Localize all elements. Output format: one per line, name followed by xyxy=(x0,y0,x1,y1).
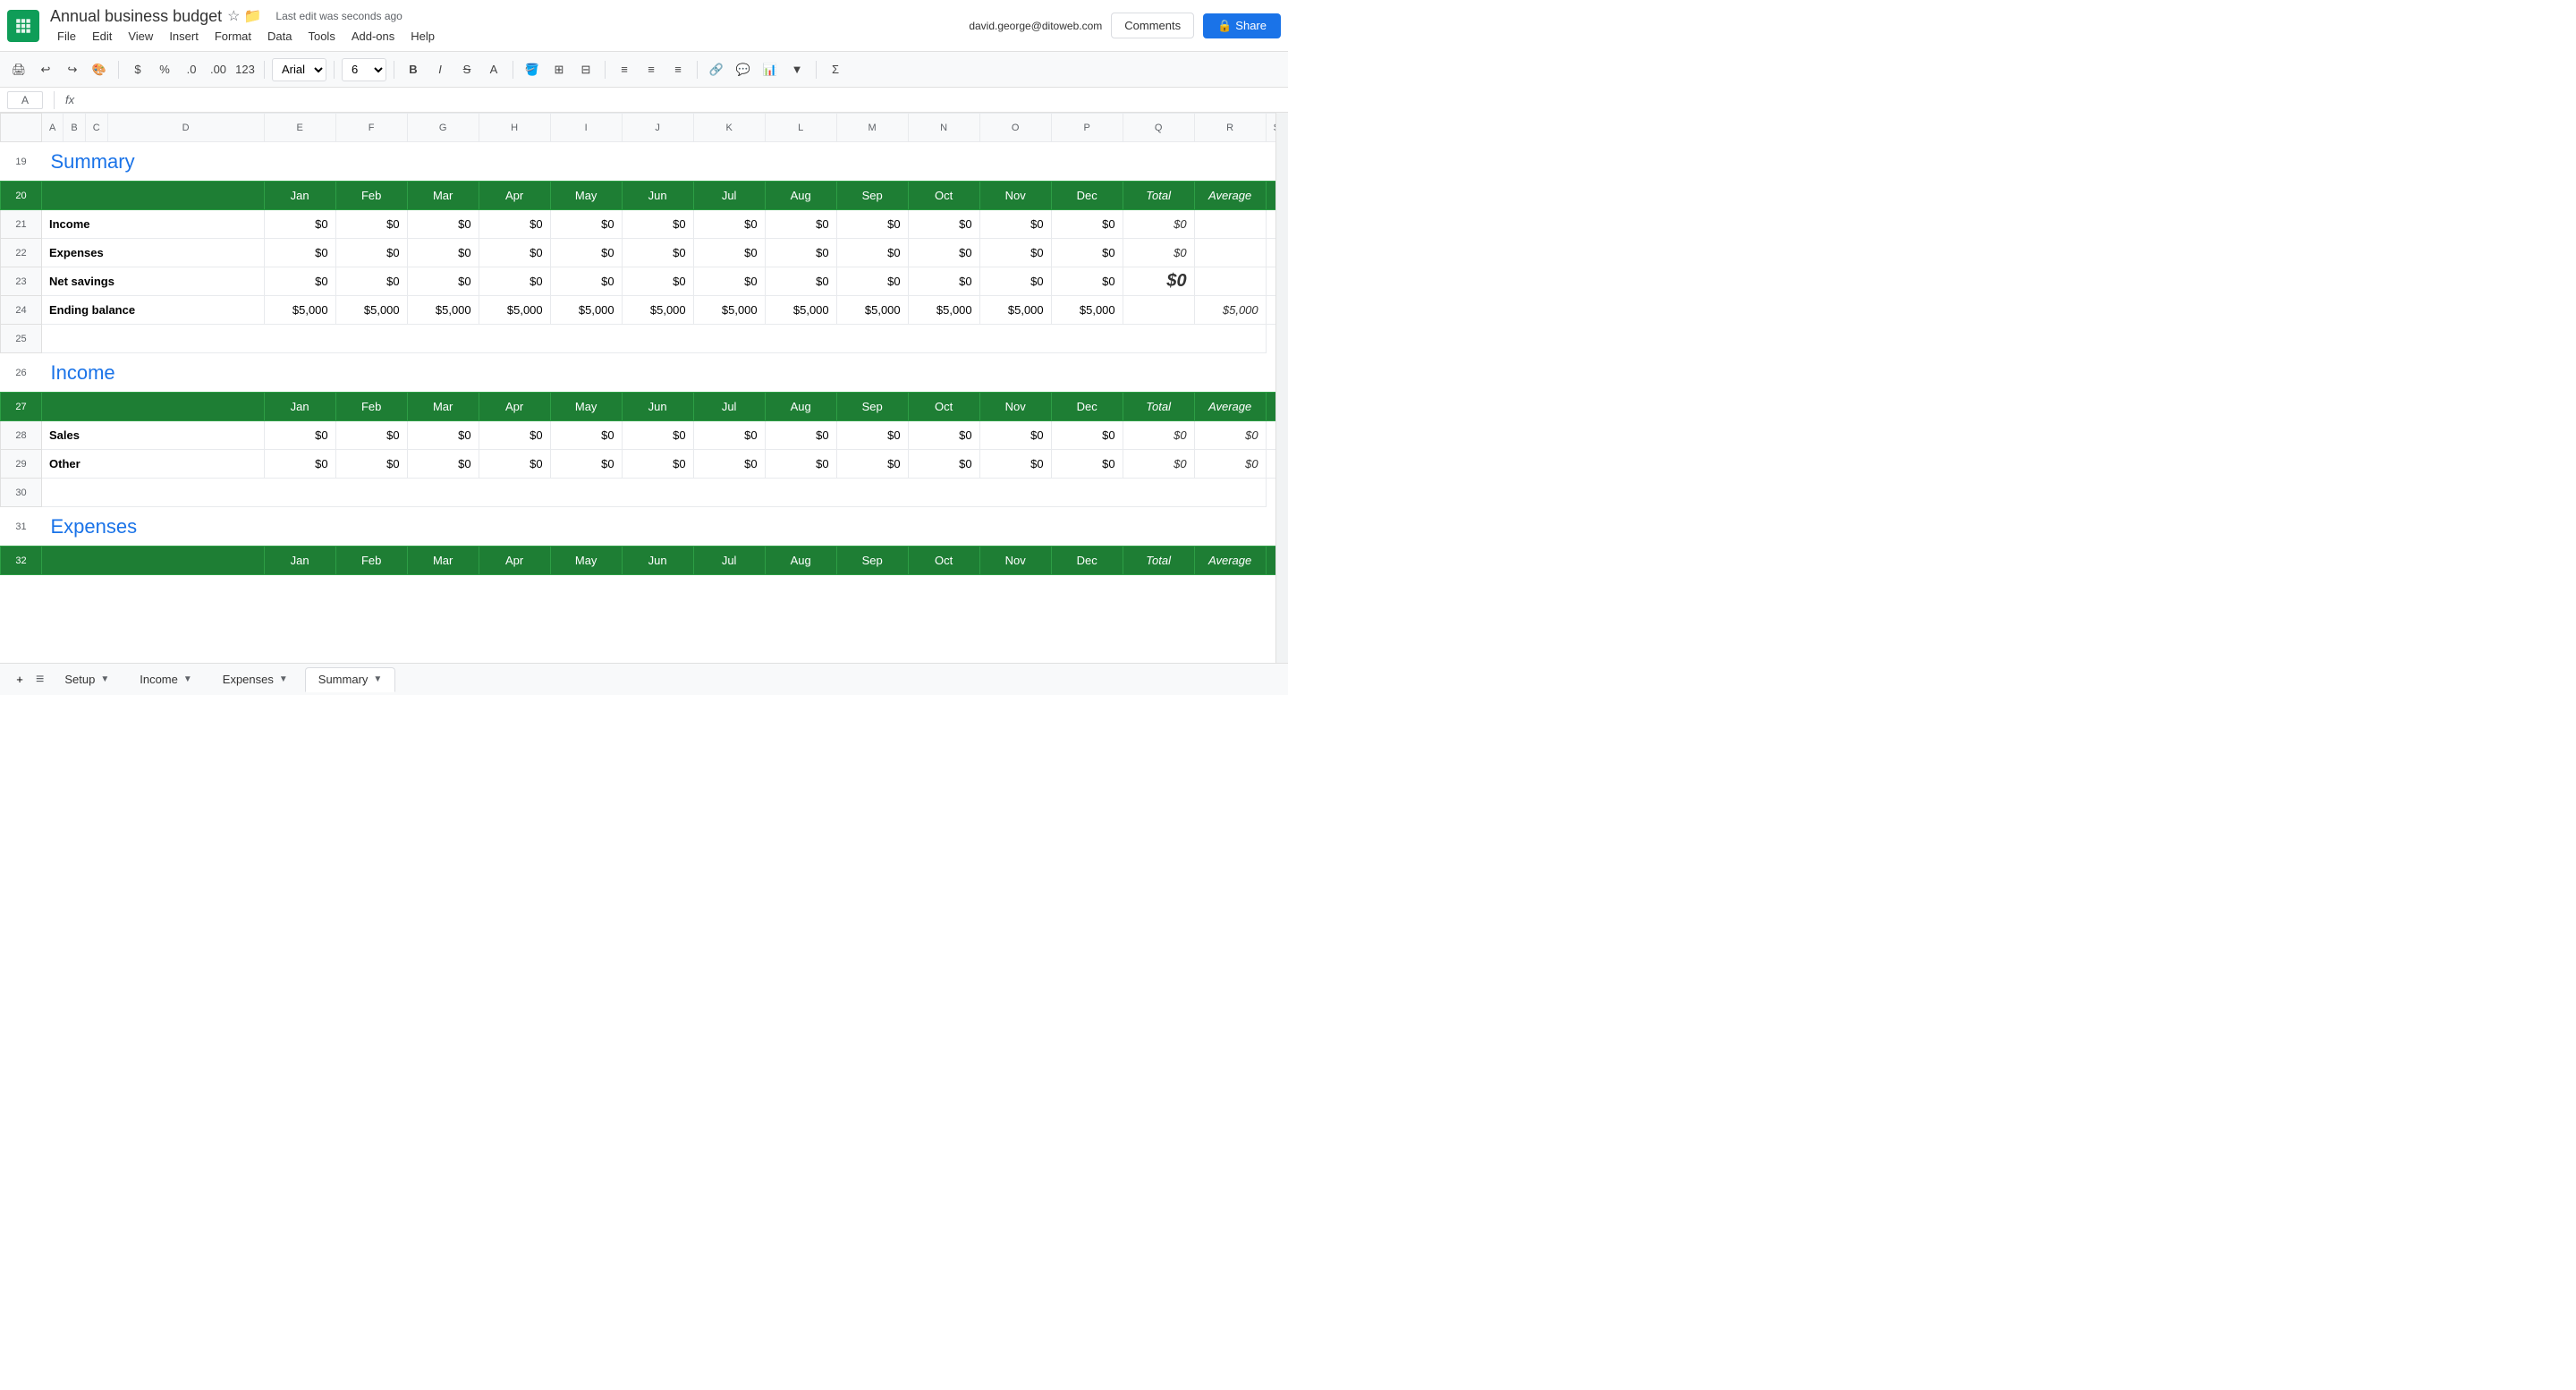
app-logo xyxy=(7,10,39,42)
row-25: 25 xyxy=(1,325,1288,353)
tab-expenses-arrow: ▼ xyxy=(279,674,288,684)
menu-data[interactable]: Data xyxy=(260,28,299,45)
functions-button[interactable]: Σ xyxy=(824,58,847,81)
add-sheet-button[interactable]: + xyxy=(7,667,32,692)
decimal-increase-button[interactable]: .00 xyxy=(207,58,230,81)
last-edit: Last edit was seconds ago xyxy=(275,10,402,22)
sheet-main[interactable]: A B C D E F G H I J K L M N O P Q xyxy=(0,113,1288,663)
align-center-button[interactable]: ≡ xyxy=(640,58,663,81)
menu-tools[interactable]: Tools xyxy=(301,28,342,45)
cell-reference: A xyxy=(7,91,43,109)
net-savings-label: Net savings xyxy=(42,267,265,296)
row-23: 23 Net savings $0 $0 $0 $0 $0 $0 $0 $0 $… xyxy=(1,267,1288,296)
other-label: Other xyxy=(42,450,265,479)
income-label: Income xyxy=(42,210,265,239)
comments-button[interactable]: Comments xyxy=(1111,13,1194,38)
summary-title: Summary xyxy=(42,142,1267,182)
vertical-scrollbar[interactable] xyxy=(1275,113,1288,663)
italic-button[interactable]: I xyxy=(428,58,452,81)
filter-button[interactable]: ▼ xyxy=(785,58,809,81)
toolbar: 🖨 ↩ ↪ 🎨 $ % .0 .00 123 Arial 6 B I S A 🪣… xyxy=(0,52,1288,88)
bold-button[interactable]: B xyxy=(402,58,425,81)
paint-format-button[interactable]: 🎨 xyxy=(88,58,111,81)
menu-addons[interactable]: Add-ons xyxy=(344,28,402,45)
tab-summary-arrow: ▼ xyxy=(373,674,382,684)
row-27: 27 Jan Feb Mar Apr May Jun Jul Aug Sep O… xyxy=(1,393,1288,421)
user-email: david.george@ditoweb.com xyxy=(969,20,1102,32)
align-left-button[interactable]: ≡ xyxy=(613,58,636,81)
menu-edit[interactable]: Edit xyxy=(85,28,119,45)
doc-title[interactable]: Annual business budget xyxy=(50,7,222,26)
expenses-section-title: Expenses xyxy=(42,507,1267,547)
sales-label: Sales xyxy=(42,421,265,450)
fx-label: fx xyxy=(65,93,74,106)
redo-button[interactable]: ↪ xyxy=(61,58,84,81)
merge-button[interactable]: ⊟ xyxy=(574,58,597,81)
tab-setup[interactable]: Setup ▼ xyxy=(51,667,123,692)
undo-button[interactable]: ↩ xyxy=(34,58,57,81)
star-icon[interactable]: ☆ xyxy=(227,7,240,25)
top-bar: Annual business budget ☆ 📁 Last edit was… xyxy=(0,0,1288,52)
col-header-row: A B C D E F G H I J K L M N O P Q xyxy=(1,114,1288,142)
row-26: 26 Income xyxy=(1,353,1288,393)
share-button[interactable]: 🔒 Share xyxy=(1203,13,1281,38)
tab-summary[interactable]: Summary ▼ xyxy=(305,667,396,692)
row-30: 30 xyxy=(1,479,1288,507)
tab-list-button[interactable]: ≡ xyxy=(36,672,44,688)
spreadsheet: A B C D E F G H I J K L M N O P Q xyxy=(0,113,1288,575)
decimal-decrease-button[interactable]: .0 xyxy=(180,58,203,81)
borders-button[interactable]: ⊞ xyxy=(547,58,571,81)
doc-title-area: Annual business budget ☆ 📁 Last edit was… xyxy=(50,7,969,45)
tab-income-arrow: ▼ xyxy=(183,674,192,684)
formula-input[interactable] xyxy=(81,93,1281,106)
link-button[interactable]: 🔗 xyxy=(705,58,728,81)
tab-bar: + ≡ Setup ▼ Income ▼ Expenses ▼ Summary … xyxy=(0,663,1288,695)
row-31: 31 Expenses xyxy=(1,507,1288,547)
lock-icon: 🔒 xyxy=(1217,19,1232,33)
currency-button[interactable]: $ xyxy=(126,58,149,81)
font-select[interactable]: Arial xyxy=(272,58,326,81)
tab-expenses[interactable]: Expenses ▼ xyxy=(209,667,301,692)
expenses-label: Expenses xyxy=(42,239,265,267)
ending-balance-label: Ending balance xyxy=(42,296,265,325)
row-20: 20 Jan Feb Mar Apr May Jun Jul Aug Sep O… xyxy=(1,182,1288,210)
chart-button[interactable]: 📊 xyxy=(758,58,782,81)
row-21: 21 Income $0$0$0$0 $0$0$0$0 $0$0$0$0 $0 xyxy=(1,210,1288,239)
strikethrough-button[interactable]: S xyxy=(455,58,479,81)
percent-button[interactable]: % xyxy=(153,58,176,81)
menu-help[interactable]: Help xyxy=(403,28,442,45)
row-28: 28 Sales $0$0$0$0 $0$0$0$0 $0$0$0$0 $0 $… xyxy=(1,421,1288,450)
row-24: 24 Ending balance $5,000 $5,000 $5,000 $… xyxy=(1,296,1288,325)
menu-insert[interactable]: Insert xyxy=(162,28,206,45)
row-32: 32 Jan Feb Mar Apr May Jun Jul Aug Sep O… xyxy=(1,547,1288,575)
top-right: david.george@ditoweb.com Comments 🔒 Shar… xyxy=(969,13,1281,38)
align-right-button[interactable]: ≡ xyxy=(666,58,690,81)
menu-file[interactable]: File xyxy=(50,28,83,45)
row-19: 19 Summary xyxy=(1,142,1288,182)
print-button[interactable]: 🖨 xyxy=(7,58,30,81)
tab-income[interactable]: Income ▼ xyxy=(126,667,206,692)
menu-view[interactable]: View xyxy=(121,28,160,45)
menu-format[interactable]: Format xyxy=(208,28,258,45)
sheet-container: A B C D E F G H I J K L M N O P Q xyxy=(0,113,1288,663)
row-29: 29 Other $0$0$0$0 $0$0$0$0 $0$0$0$0 $0 $… xyxy=(1,450,1288,479)
rn-19: 19 xyxy=(1,142,42,182)
folder-icon[interactable]: 📁 xyxy=(244,7,262,25)
font-size-select[interactable]: 6 xyxy=(342,58,386,81)
fill-color-button[interactable]: 🪣 xyxy=(521,58,544,81)
text-color-button[interactable]: A xyxy=(482,58,505,81)
menu-bar: File Edit View Insert Format Data Tools … xyxy=(50,28,969,45)
comment-button[interactable]: 💬 xyxy=(732,58,755,81)
income-section-title: Income xyxy=(42,353,1267,393)
formula-bar: A fx xyxy=(0,88,1288,113)
number-format-button[interactable]: 123 xyxy=(233,58,257,81)
row-22: 22 Expenses $0$0$0$0 $0$0$0$0 $0$0$0$0 $… xyxy=(1,239,1288,267)
tab-setup-arrow: ▼ xyxy=(100,674,109,684)
